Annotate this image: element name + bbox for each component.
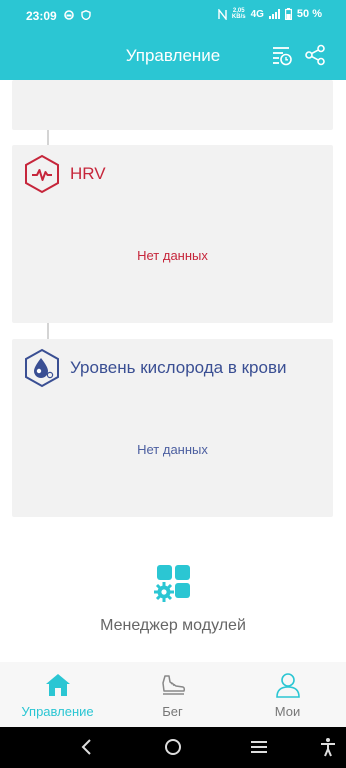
hrv-heartbeat-icon	[25, 154, 59, 194]
status-time: 23:09	[26, 9, 57, 23]
network-speed-unit: KB/s	[231, 14, 246, 20]
tab-running[interactable]: Бег	[115, 662, 230, 727]
history-list-icon[interactable]	[271, 44, 293, 66]
page-title: Управление	[125, 46, 221, 65]
network-speed: 2,05 KB/s	[232, 8, 246, 20]
tab-control[interactable]: Управление	[0, 662, 115, 727]
home-circle-icon[interactable]	[163, 737, 183, 757]
module-grid-icon	[154, 565, 190, 602]
module-manager-button[interactable]: Менеджер модулей	[0, 562, 346, 644]
module-card-partial[interactable]	[12, 80, 333, 130]
system-nav-bar	[0, 727, 346, 768]
blood-oxygen-icon	[25, 348, 59, 388]
recents-icon[interactable]	[249, 737, 269, 757]
tab-profile[interactable]: Мои	[230, 662, 345, 727]
blood-oxygen-no-data: Нет данных	[137, 442, 208, 457]
card-connector	[47, 323, 49, 339]
bottom-nav: Управление Бег Мои	[0, 662, 346, 727]
tab-control-label: Управление	[21, 704, 94, 719]
hrv-no-data: Нет данных	[137, 248, 208, 263]
share-icon[interactable]	[304, 44, 326, 66]
nfc-icon	[218, 8, 227, 20]
back-icon[interactable]	[77, 737, 97, 757]
module-manager-label: Менеджер модулей	[100, 617, 246, 634]
hrv-card[interactable]: HRV Нет данных	[12, 145, 333, 323]
app-header: Управление	[0, 32, 346, 80]
person-icon	[276, 673, 300, 698]
ring-icon	[64, 10, 74, 20]
blood-oxygen-card-title: Уровень кислорода в крови	[70, 358, 287, 377]
shield-icon	[81, 10, 91, 20]
tab-profile-label: Мои	[274, 704, 301, 719]
card-connector	[47, 130, 49, 145]
tab-running-label: Бег	[162, 704, 183, 719]
status-bar: 23:09 2,05 KB/s 4G 50 %	[0, 0, 346, 32]
blood-oxygen-card[interactable]: Уровень кислорода в крови Нет данных	[12, 339, 333, 517]
battery-icon	[284, 8, 292, 20]
hrv-card-title: HRV	[70, 164, 106, 183]
signal-icon	[268, 9, 280, 19]
status-right-group: 2,05 KB/s 4G 50 %	[218, 8, 322, 20]
accessibility-icon[interactable]	[318, 737, 338, 757]
network-type: 4G	[250, 8, 264, 20]
running-shoe-icon	[162, 675, 186, 695]
battery-percent: 50 %	[296, 8, 322, 20]
home-icon	[46, 674, 70, 696]
